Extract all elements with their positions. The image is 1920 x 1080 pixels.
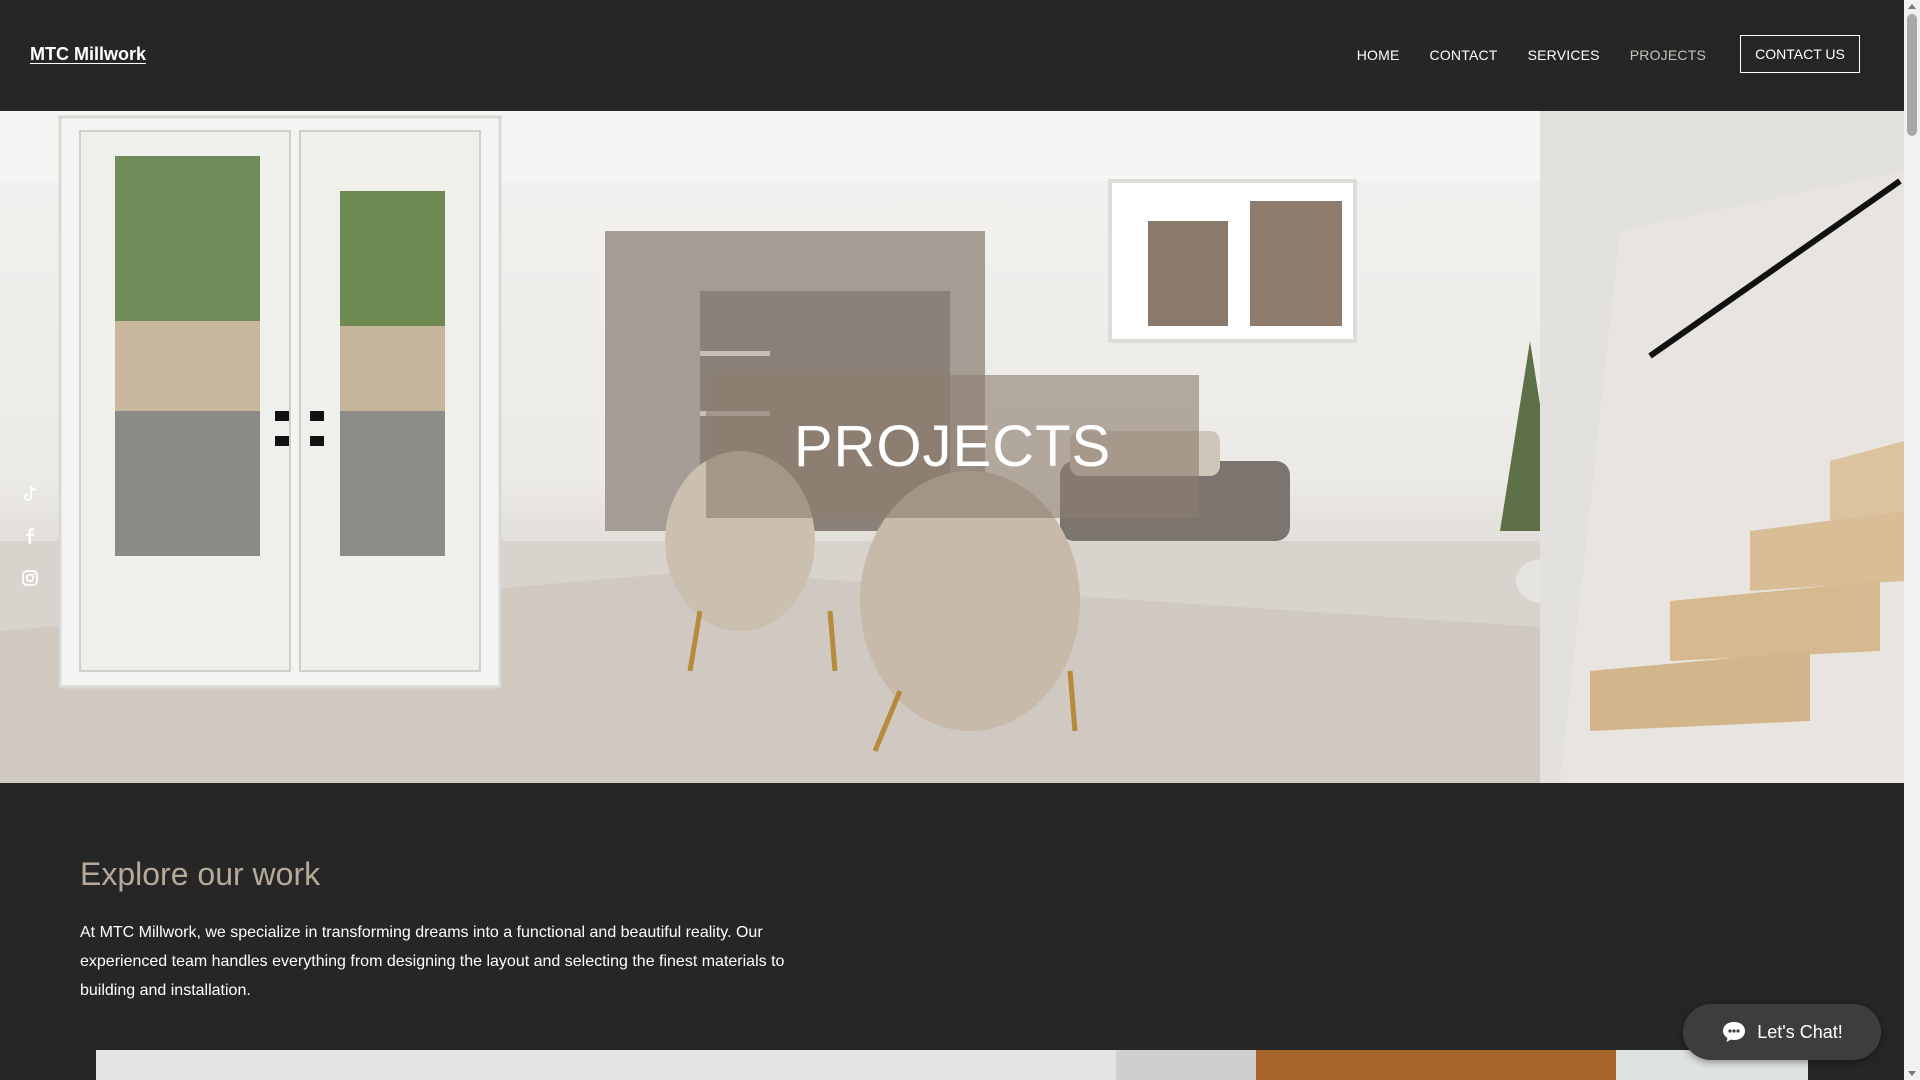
chat-bubble-icon	[1723, 1022, 1746, 1042]
section-title: Explore our work	[80, 856, 321, 892]
scroll-thumb[interactable]	[1907, 14, 1917, 136]
nav-services[interactable]: SERVICES	[1528, 47, 1600, 63]
social-links	[20, 484, 40, 588]
contact-us-button[interactable]: CONTACT US	[1740, 35, 1860, 73]
chat-widget-button[interactable]: Let's Chat!	[1683, 1004, 1881, 1060]
chat-label: Let's Chat!	[1757, 1021, 1843, 1042]
main-nav: HOME CONTACT SERVICES PROJECTS	[1357, 47, 1706, 63]
gallery-image-wood[interactable]	[1256, 1050, 1616, 1080]
hero-title-box: PROJECTS	[706, 375, 1199, 518]
gallery-image-cabinet[interactable]	[1116, 1050, 1256, 1080]
hero-banner: PROJECTS	[0, 111, 1904, 783]
nav-contact[interactable]: CONTACT	[1430, 47, 1498, 63]
nav-projects[interactable]: PROJECTS	[1630, 47, 1706, 63]
gallery-image-kitchen[interactable]	[96, 1050, 1116, 1080]
site-header: MTC Millwork HOME CONTACT SERVICES PROJE…	[0, 0, 1904, 111]
hero-title: PROJECTS	[793, 414, 1112, 479]
facebook-icon[interactable]	[20, 526, 40, 546]
instagram-icon[interactable]	[20, 568, 40, 588]
brand-logo-link[interactable]: MTC Millwork	[30, 44, 146, 65]
section-description: At MTC Millwork, we specialize in transf…	[80, 924, 785, 999]
tiktok-icon[interactable]	[20, 484, 40, 504]
nav-home[interactable]: HOME	[1357, 47, 1400, 63]
project-gallery	[96, 1050, 1808, 1080]
scroll-down-arrow-icon[interactable]	[1908, 1071, 1916, 1076]
page-scrollbar[interactable]	[1904, 0, 1920, 1080]
scroll-up-arrow-icon[interactable]	[1908, 4, 1916, 9]
